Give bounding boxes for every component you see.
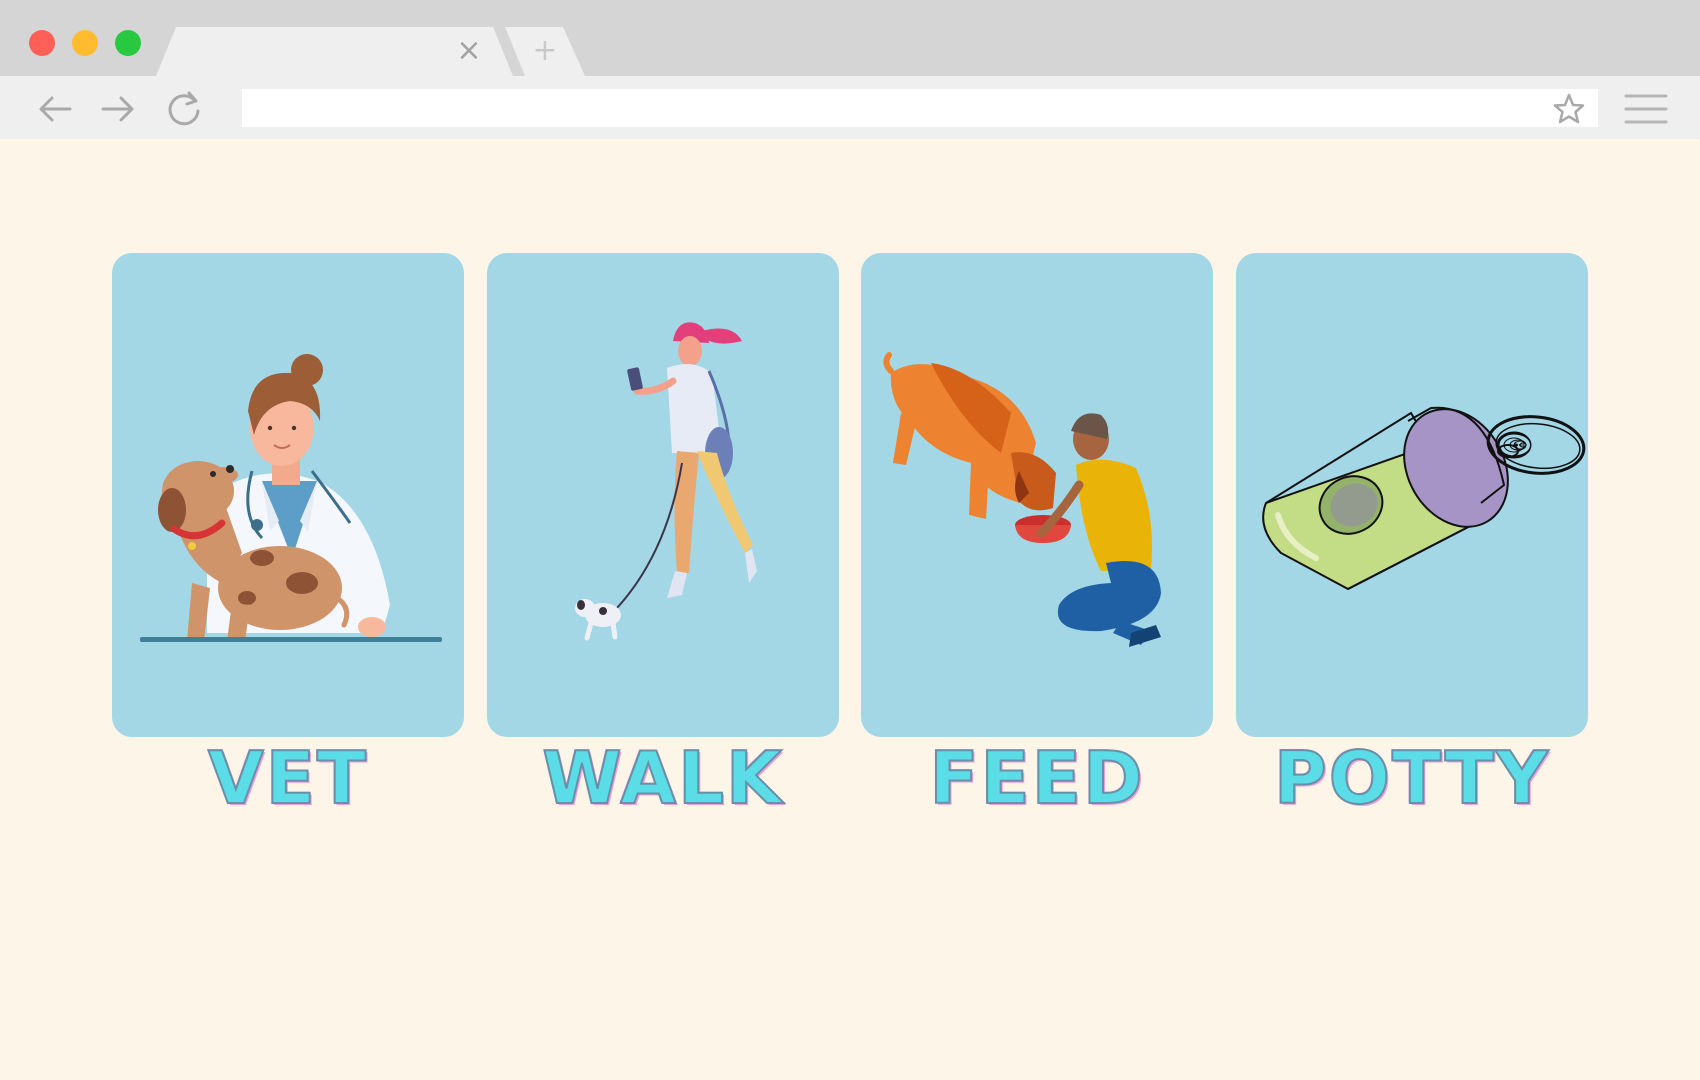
maximize-window-button[interactable] xyxy=(115,30,141,56)
close-tab-icon[interactable]: × xyxy=(455,36,483,66)
feed-card[interactable] xyxy=(861,253,1213,737)
potty-card[interactable] xyxy=(1236,253,1588,737)
plus-icon[interactable]: + xyxy=(530,36,560,66)
address-bar[interactable] xyxy=(242,89,1598,127)
walk-card[interactable] xyxy=(487,253,839,737)
close-window-button[interactable] xyxy=(29,30,55,56)
minimize-window-button[interactable] xyxy=(72,30,98,56)
man-feeding-dog-illustration xyxy=(883,352,1161,647)
veterinarian-with-dog-illustration xyxy=(140,354,442,642)
potty-label: POTTY xyxy=(1273,736,1550,820)
walk-label: WALK xyxy=(541,736,784,820)
vet-label: VET xyxy=(207,736,369,820)
woman-walking-dog-illustration xyxy=(575,322,757,641)
poop-bag-dispenser-illustration xyxy=(1262,406,1586,591)
hamburger-menu-icon[interactable] xyxy=(1624,90,1668,128)
back-arrow-icon[interactable] xyxy=(34,87,78,131)
feed-label: FEED xyxy=(928,736,1145,820)
forward-arrow-icon[interactable] xyxy=(95,87,139,131)
star-icon[interactable] xyxy=(1551,91,1587,127)
vet-card[interactable] xyxy=(112,253,464,737)
reload-icon[interactable] xyxy=(162,87,206,131)
